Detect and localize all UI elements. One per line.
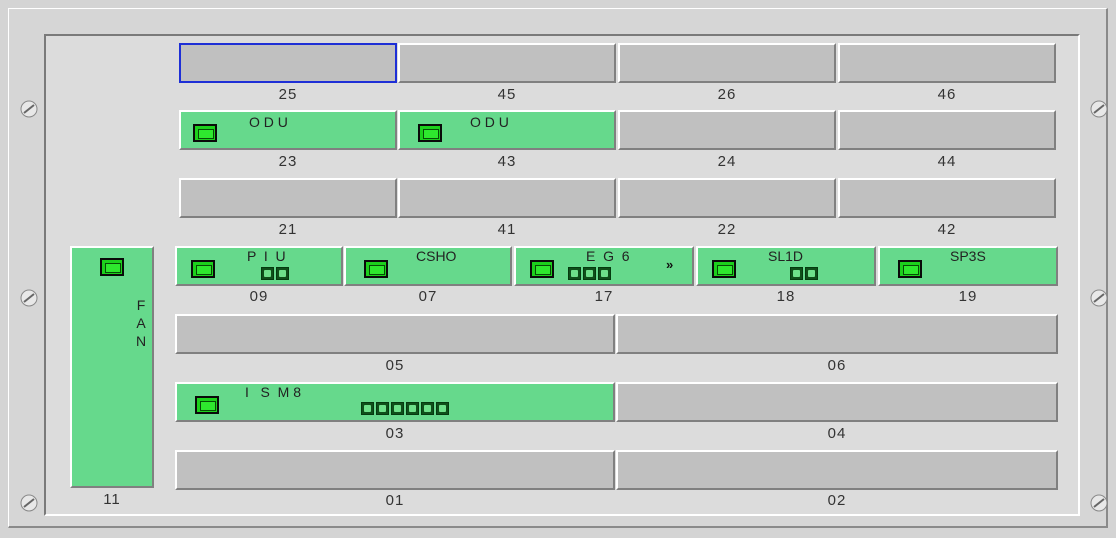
slot-label-25: 25 xyxy=(278,86,298,103)
port-icon xyxy=(568,267,581,280)
slot-label-11: 11 xyxy=(103,491,121,508)
slot-label-26: 26 xyxy=(717,86,737,103)
status-led-icon xyxy=(530,260,554,278)
slot-25[interactable] xyxy=(179,43,397,83)
status-led-icon xyxy=(195,396,219,414)
screw-icon xyxy=(1090,100,1108,118)
slot-label-42: 42 xyxy=(937,221,957,238)
slot-01[interactable] xyxy=(175,450,615,490)
port-group xyxy=(261,267,289,280)
board-name: O D U xyxy=(470,114,509,130)
double-chevron-right-icon[interactable]: » xyxy=(666,257,673,272)
slot-05[interactable] xyxy=(175,314,615,354)
slot-label-18: 18 xyxy=(776,288,796,305)
fan-letter: A xyxy=(136,315,146,331)
slot-label-21: 21 xyxy=(278,221,298,238)
port-icon xyxy=(583,267,596,280)
status-led-icon xyxy=(712,260,736,278)
board-name: I S M 8 xyxy=(245,384,302,400)
slot-23[interactable]: O D U xyxy=(179,110,397,150)
slot-09[interactable]: P I U xyxy=(175,246,343,286)
port-icon xyxy=(805,267,818,280)
slot-label-05: 05 xyxy=(385,357,405,374)
slot-18[interactable]: SL1D xyxy=(696,246,876,286)
status-led-icon xyxy=(418,124,442,142)
slot-label-06: 06 xyxy=(827,357,847,374)
slot-19[interactable]: SP3S xyxy=(878,246,1058,286)
slot-03[interactable]: I S M 8 xyxy=(175,382,615,422)
port-icon xyxy=(391,402,404,415)
slot-label-45: 45 xyxy=(497,86,517,103)
fan-letter: N xyxy=(135,333,147,349)
slot-43[interactable]: O D U xyxy=(398,110,616,150)
status-led-icon xyxy=(100,258,124,276)
board-name: O D U xyxy=(249,114,288,130)
slot-46[interactable] xyxy=(838,43,1056,83)
slot-label-01: 01 xyxy=(385,492,405,509)
port-icon xyxy=(598,267,611,280)
slot-26[interactable] xyxy=(618,43,836,83)
slot-label-03: 03 xyxy=(385,425,405,442)
slot-label-09: 09 xyxy=(249,288,269,305)
port-icon xyxy=(376,402,389,415)
slot-label-02: 02 xyxy=(827,492,847,509)
slot-21[interactable] xyxy=(179,178,397,218)
port-icon xyxy=(276,267,289,280)
port-icon xyxy=(436,402,449,415)
slot-label-07: 07 xyxy=(418,288,438,305)
slot-42[interactable] xyxy=(838,178,1056,218)
board-name: E G 6 xyxy=(586,248,630,264)
slot-44[interactable] xyxy=(838,110,1056,150)
slot-label-19: 19 xyxy=(958,288,978,305)
slot-label-24: 24 xyxy=(717,153,737,170)
slot-label-46: 46 xyxy=(937,86,957,103)
board-name: P I U xyxy=(247,248,286,264)
fan-slot-11[interactable]: F A N xyxy=(70,246,154,488)
screw-icon xyxy=(20,289,38,307)
slot-22[interactable] xyxy=(618,178,836,218)
board-name: SP3S xyxy=(950,248,986,264)
slot-24[interactable] xyxy=(618,110,836,150)
port-icon xyxy=(361,402,374,415)
port-icon xyxy=(790,267,803,280)
slot-label-04: 04 xyxy=(827,425,847,442)
slot-02[interactable] xyxy=(616,450,1058,490)
slot-45[interactable] xyxy=(398,43,616,83)
fan-letter: F xyxy=(136,297,146,313)
port-group xyxy=(568,267,611,280)
port-icon xyxy=(421,402,434,415)
slot-06[interactable] xyxy=(616,314,1058,354)
slot-label-43: 43 xyxy=(497,153,517,170)
status-led-icon xyxy=(364,260,388,278)
slot-17[interactable]: E G 6 » xyxy=(514,246,694,286)
port-group xyxy=(361,402,449,415)
port-icon xyxy=(261,267,274,280)
slot-label-22: 22 xyxy=(717,221,737,238)
board-name: CSHO xyxy=(416,248,457,264)
screw-icon xyxy=(1090,289,1108,307)
status-led-icon xyxy=(191,260,215,278)
port-group xyxy=(790,267,818,280)
port-icon xyxy=(406,402,419,415)
screw-icon xyxy=(20,494,38,512)
slot-07[interactable]: CSHO xyxy=(344,246,512,286)
slot-label-17: 17 xyxy=(594,288,614,305)
screw-icon xyxy=(1090,494,1108,512)
slot-04[interactable] xyxy=(616,382,1058,422)
slot-label-23: 23 xyxy=(278,153,298,170)
slot-label-44: 44 xyxy=(937,153,957,170)
status-led-icon xyxy=(193,124,217,142)
slot-label-41: 41 xyxy=(497,221,517,238)
slot-41[interactable] xyxy=(398,178,616,218)
status-led-icon xyxy=(898,260,922,278)
screw-icon xyxy=(20,100,38,118)
board-name: SL1D xyxy=(768,248,804,264)
